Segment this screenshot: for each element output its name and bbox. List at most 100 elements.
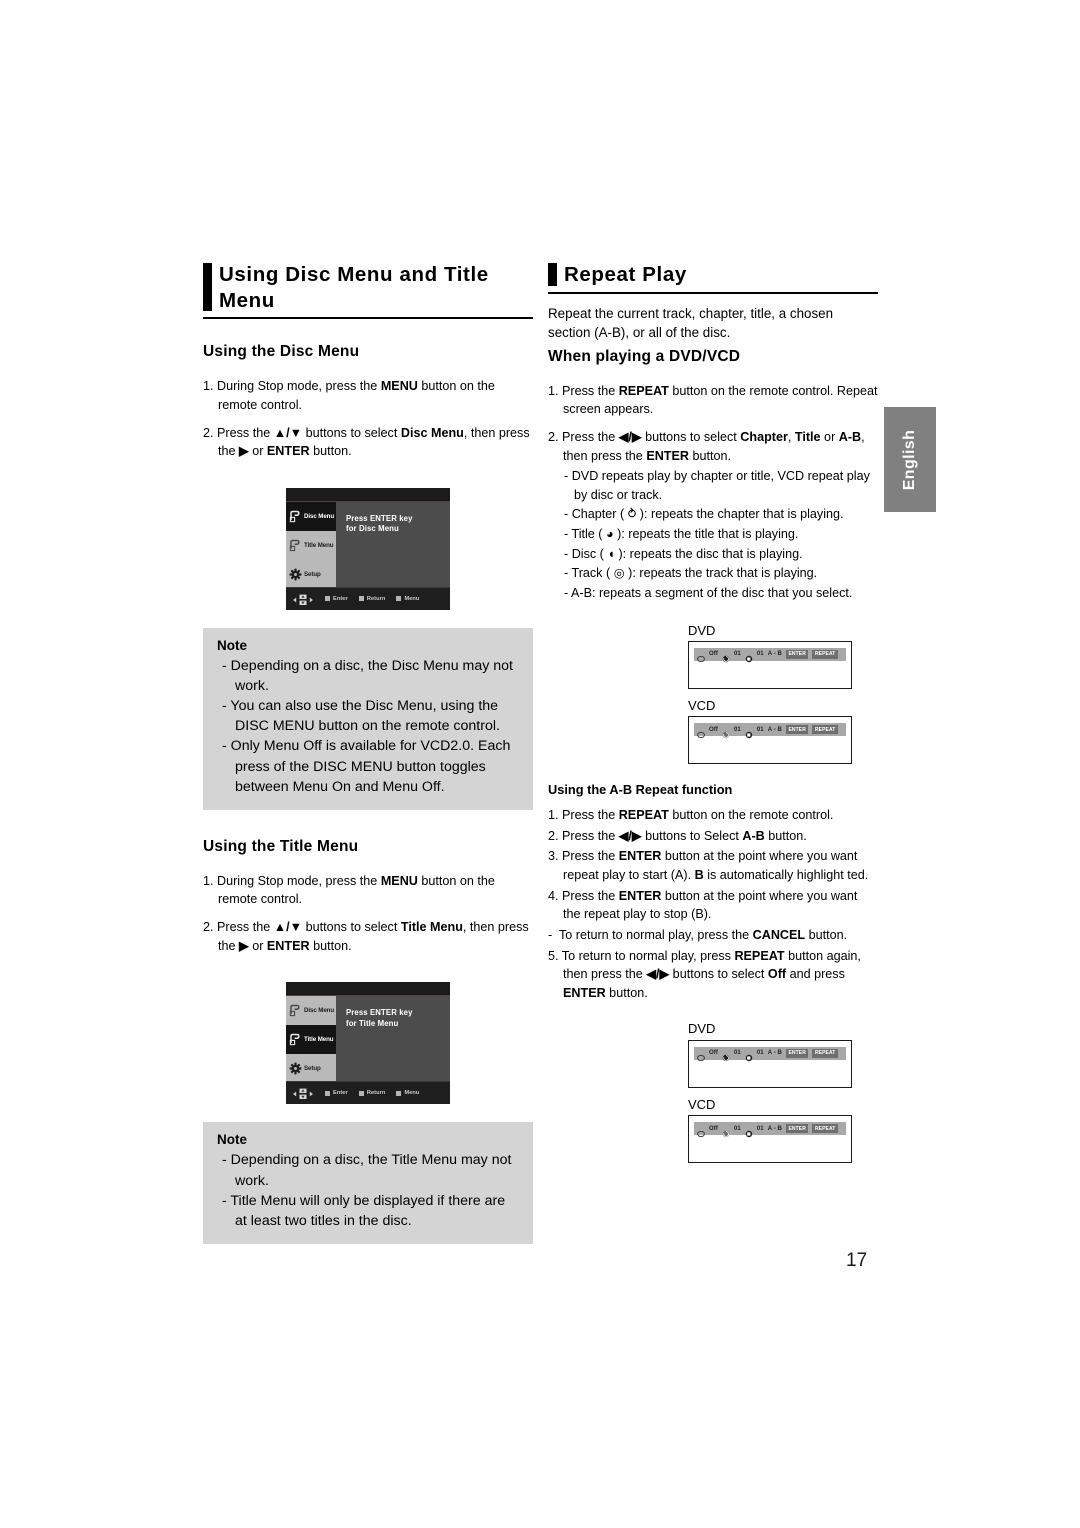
tv-menu-label: Title Menu	[304, 541, 334, 549]
list-item: 1. Press the REPEAT button on the remote…	[548, 383, 878, 417]
tv-message-area-disc: Press ENTER key for Disc Menu	[336, 501, 450, 588]
tv-menu-label: Setup	[304, 570, 321, 578]
repeat-title-icon	[745, 650, 753, 663]
osd-label: DVD	[688, 1021, 716, 1037]
list-item: - Title ( ◕ ): repeats the title that is…	[564, 527, 799, 542]
list-item: 5. To return to normal play, press REPEA…	[548, 948, 861, 1000]
list-item: - To return to normal play, press the CA…	[548, 927, 848, 942]
note-item: - You can also use the Disc Menu, using …	[222, 698, 500, 735]
repeat-play-intro: Repeat the current track, chapter, title…	[548, 305, 834, 340]
tv-hint-return: Return	[358, 1090, 386, 1096]
tv-menu-item-disc-menu[interactable]: Disc Menu	[286, 501, 336, 531]
subsection-using-title-menu: Using the Title Menu	[203, 837, 359, 855]
note-item: - Depending on a disc, the Disc Menu may…	[222, 657, 513, 694]
button-square-icon	[396, 596, 402, 602]
osd-item: A - B	[767, 726, 782, 733]
button-square-icon	[358, 1090, 364, 1096]
tv-top-bar	[286, 487, 450, 502]
repeat-chapter-icon	[722, 1125, 730, 1137]
osd-item: 01	[733, 726, 741, 733]
osd-key-enter[interactable]: ENTER	[786, 1048, 809, 1058]
list-item: - Track ( ◎ ): repeats the track that is…	[564, 566, 818, 581]
osd-item: 01	[756, 1125, 764, 1132]
tv-bottom-bar-title: Enter Return Menu	[286, 1081, 450, 1105]
repeat-all-icon	[697, 726, 705, 738]
osd-key-enter[interactable]: ENTER	[786, 649, 809, 659]
title-menu-tv-mockup: Disc Menu Title Menu Setup Press ENTER k…	[286, 982, 450, 1105]
manual-page: Using Disc Menu and Title Menu Using the…	[0, 0, 1080, 1528]
repeat-chapter-icon: ⥁	[627, 507, 637, 522]
tv-menu-item-title-menu[interactable]: Title Menu	[286, 1025, 336, 1055]
osd-key-repeat[interactable]: REPEAT	[812, 649, 838, 659]
repeat-disc-icon: ◖	[607, 546, 615, 561]
tv-hint-label: Return	[366, 595, 386, 602]
repeat-title-icon	[745, 1125, 753, 1137]
disc-menu-tv-mockup: Disc Menu Title Menu Setup Press ENTER k…	[286, 487, 450, 610]
button-square-icon	[325, 1090, 330, 1096]
tv-hint-label: Menu	[404, 1090, 420, 1097]
repeat-title-icon	[745, 726, 753, 738]
tv-menu-item-setup[interactable]: Setup	[286, 559, 336, 589]
tv-sidebar-disc: Disc Menu Title Menu Setup	[286, 501, 336, 589]
osd-item: 01	[756, 726, 764, 733]
repeat-play-steps: 1. Press the REPEAT button on the remote…	[548, 382, 878, 466]
tv-hint-menu: Menu	[396, 1090, 419, 1096]
tv-hint-menu: Menu	[396, 596, 419, 602]
osd-key-enter[interactable]: ENTER	[786, 1124, 809, 1133]
tv-hint-label: Menu	[404, 595, 420, 602]
dpad-icon	[292, 593, 314, 605]
language-label: English	[901, 429, 918, 490]
osd-item: Off	[709, 651, 718, 658]
osd-label: DVD	[688, 622, 716, 638]
disc-menu-icon	[289, 510, 302, 523]
tv-menu-label: Disc Menu	[304, 512, 335, 520]
title-menu-icon	[289, 539, 302, 552]
tv-menu-item-title-menu[interactable]: Title Menu	[286, 530, 336, 560]
page-number: 17	[846, 1250, 868, 1271]
title-menu-icon	[289, 1033, 302, 1046]
tv-menu-item-disc-menu[interactable]: Disc Menu	[286, 996, 336, 1026]
osd-key-enter[interactable]: ENTER	[786, 725, 809, 735]
list-item: 1. During Stop mode, press the MENU butt…	[203, 873, 495, 907]
tv-menu-label: Disc Menu	[304, 1007, 335, 1015]
osd-screen-vcd-top: Off 01 01 A - B ENTER REPEAT	[688, 716, 852, 765]
dpad-icon	[292, 1087, 314, 1100]
disc-menu-icon	[289, 1004, 302, 1017]
osd-item: 01	[756, 1050, 764, 1057]
tv-bottom-bar-disc: Enter Return Menu	[286, 586, 450, 610]
osd-item: A - B	[767, 1125, 782, 1132]
repeat-chapter-icon	[722, 726, 730, 738]
gear-icon	[289, 568, 302, 581]
osd-key-repeat[interactable]: REPEAT	[812, 1124, 838, 1133]
osd-key-repeat[interactable]: REPEAT	[812, 1048, 838, 1058]
osd-key-repeat[interactable]: REPEAT	[812, 725, 838, 735]
osd-screen-vcd-bottom: Off 01 01 A - B ENTER REPEAT	[688, 1115, 852, 1163]
tv-top-bar	[286, 982, 450, 997]
tv-menu-item-setup[interactable]: Setup	[286, 1054, 336, 1084]
language-side-tab: English	[884, 407, 936, 512]
tv-hint-label: Enter	[333, 595, 348, 602]
note-box-title-menu: Note - Depending on a disc, the Title Me…	[203, 1122, 533, 1244]
repeat-osd-bar: Off 01 01 A - B ENTER REPEAT	[694, 1122, 846, 1137]
note-item: - Title Menu will only be displayed if t…	[222, 1192, 506, 1229]
osd-item: Off	[709, 1125, 718, 1132]
subsection-when-playing-dvd-vcd: When playing a DVD/VCD	[548, 347, 741, 365]
list-item: - Chapter ( ⥁ ): repeats the chapter tha…	[564, 507, 844, 522]
repeat-chapter-icon	[722, 650, 730, 663]
ab-repeat-steps: 1. Press the REPEAT button on the remote…	[548, 806, 878, 1002]
button-square-icon	[396, 1090, 402, 1096]
list-item: 3. Press the ENTER button at the point w…	[548, 849, 869, 883]
osd-item: 01	[733, 1125, 741, 1132]
osd-group-top: DVD Off 01 01 A - B ENTER REPEAT VCD Off…	[688, 622, 878, 765]
repeat-osd-bar: Off 01 01 A - B ENTER REPEAT	[694, 647, 846, 663]
repeat-title-icon	[745, 1049, 753, 1062]
list-item: 1. Press the REPEAT button on the remote…	[548, 808, 834, 823]
note-item: - Depending on a disc, the Title Menu ma…	[222, 1152, 512, 1189]
repeat-chapter-icon	[722, 1049, 730, 1062]
repeat-all-icon	[697, 1125, 705, 1137]
note-title: Note	[217, 637, 247, 653]
list-item: - A-B: repeats a segment of the disc tha…	[564, 585, 853, 600]
tv-message-area-title: Press ENTER key for Title Menu	[336, 996, 450, 1083]
repeat-all-icon	[697, 650, 705, 663]
osd-item: 01	[733, 1050, 741, 1057]
